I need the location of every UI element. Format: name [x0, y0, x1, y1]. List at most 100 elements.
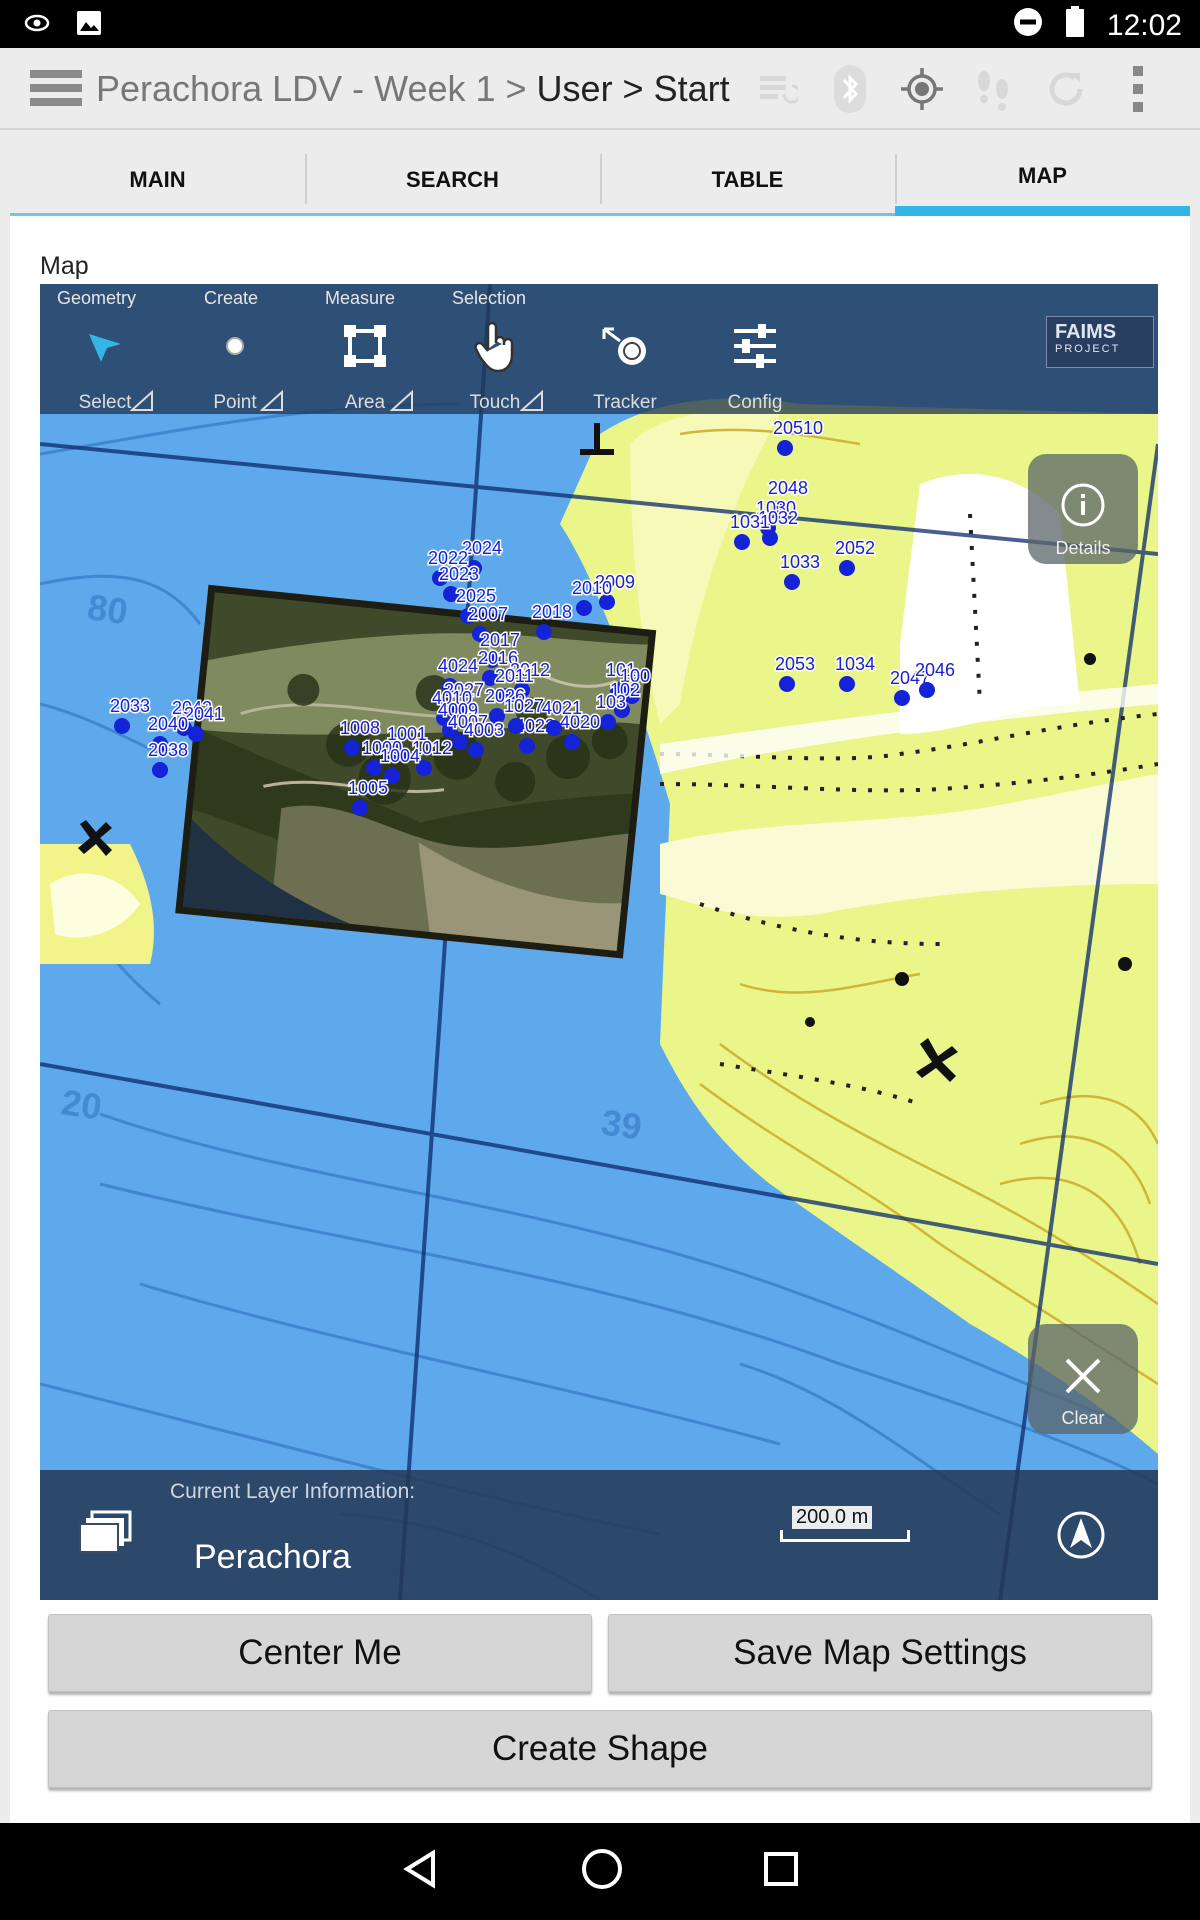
bluetooth-icon[interactable] — [828, 64, 872, 114]
point-tool[interactable]: Point — [180, 316, 290, 413]
create-shape-button[interactable]: Create Shape — [48, 1710, 1152, 1788]
survey-point-marker[interactable] — [468, 742, 484, 758]
tab-main-label: MAIN — [129, 166, 186, 192]
clock: 12:02 — [1106, 9, 1182, 42]
survey-point-label: 20510 — [773, 418, 823, 438]
survey-point-label: 1033 — [780, 552, 820, 572]
create-shape-label: Create Shape — [492, 1729, 708, 1768]
group-create: Create — [204, 288, 259, 308]
back-icon[interactable] — [401, 1849, 441, 1894]
select-arrow-icon — [50, 316, 160, 376]
map-canvas[interactable]: 80 39 20 2051020481030103210311033205220… — [40, 284, 1158, 1600]
details-button[interactable]: Details — [1028, 454, 1138, 564]
layer-name: Perachora — [194, 1538, 351, 1576]
survey-point-marker[interactable] — [762, 530, 778, 546]
area-dropdown-icon — [389, 389, 414, 418]
map-label: Map — [40, 252, 89, 280]
map-view[interactable]: 80 39 20 20510 2048 1030 1032 1031 1033 … — [40, 284, 1158, 1600]
action-bar: Perachora LDV - Week 1 > User > Start — [0, 48, 1200, 130]
survey-point-marker[interactable] — [600, 714, 616, 730]
breadcrumb: User > Start — [536, 68, 730, 109]
survey-point-marker[interactable] — [188, 726, 204, 742]
point-icon — [180, 316, 290, 376]
survey-point-label: 2053 — [775, 654, 815, 674]
area-tool[interactable]: Area — [310, 316, 420, 413]
tab-map[interactable]: MAP — [895, 146, 1190, 216]
survey-point-label: 2007 — [468, 604, 508, 624]
survey-point-marker[interactable] — [114, 718, 130, 734]
navigation-bar — [0, 1823, 1200, 1920]
scale-line — [780, 1530, 910, 1542]
tracker-target-icon — [570, 316, 680, 376]
survey-point-marker[interactable] — [152, 762, 168, 778]
select-tool[interactable]: Select — [50, 316, 160, 413]
compass-icon[interactable] — [1056, 1510, 1106, 1565]
tracker-tool[interactable]: Tracker — [570, 316, 680, 413]
center-me-label: Center Me — [238, 1633, 402, 1672]
details-label: Details — [1055, 538, 1111, 558]
menu-icon[interactable] — [30, 70, 82, 110]
survey-point-marker[interactable] — [784, 574, 800, 590]
do-not-disturb-icon — [1013, 7, 1043, 45]
survey-point-marker[interactable] — [508, 718, 524, 734]
survey-point-marker[interactable] — [894, 690, 910, 706]
survey-point-label: 2048 — [768, 478, 808, 498]
survey-point-marker[interactable] — [839, 560, 855, 576]
tab-panel: Map 80 39 20 20510 2048 1030 1032 1031 1… — [10, 216, 1190, 1823]
group-measure: Measure — [325, 288, 396, 308]
module-title: Perachora LDV - Week 1 > — [96, 68, 537, 109]
survey-point-label: 1004 — [380, 746, 420, 766]
recents-icon[interactable] — [763, 1851, 799, 1892]
map-toolbar: Geometry Create Measure Selection Select… — [40, 284, 1158, 414]
image-icon — [76, 10, 102, 41]
survey-point-label: 1005 — [348, 778, 388, 798]
save-map-settings-label: Save Map Settings — [733, 1633, 1027, 1672]
config-tool[interactable]: Config — [700, 316, 810, 413]
scale-label: 200.0 m — [792, 1506, 873, 1529]
tab-search[interactable]: SEARCH — [305, 146, 600, 216]
svg-text:80: 80 — [85, 586, 130, 632]
center-me-button[interactable]: Center Me — [48, 1614, 592, 1692]
survey-point-label: 1008 — [340, 718, 380, 738]
survey-point-marker[interactable] — [536, 624, 552, 640]
layer-info-bar: Current Layer Information: Perachora 200… — [40, 1470, 1158, 1600]
layers-icon[interactable] — [78, 1510, 132, 1559]
survey-point-marker[interactable] — [919, 682, 935, 698]
gps-icon[interactable] — [900, 64, 944, 114]
tab-table-label: TABLE — [711, 166, 784, 192]
status-bar: 12:02 — [0, 0, 1200, 48]
tab-bar: MAIN SEARCH TABLE MAP — [10, 146, 1190, 216]
tab-main[interactable]: MAIN — [10, 146, 305, 216]
survey-point-marker[interactable] — [839, 676, 855, 692]
survey-point-label: 4021 — [542, 698, 582, 718]
survey-point-marker[interactable] — [519, 738, 535, 754]
refresh-icon[interactable] — [1044, 64, 1088, 114]
survey-point-label: 2023 — [439, 564, 479, 584]
survey-point-marker[interactable] — [352, 800, 368, 816]
clear-button[interactable]: Clear — [1028, 1324, 1138, 1434]
survey-point-label: 2038 — [148, 740, 188, 760]
tracker-icon[interactable] — [972, 64, 1016, 114]
overflow-menu-icon[interactable] — [1116, 64, 1160, 114]
touch-tool[interactable]: Touch — [440, 316, 550, 413]
survey-point-marker[interactable] — [576, 600, 592, 616]
survey-point-marker[interactable] — [564, 734, 580, 750]
sync-icon[interactable] — [756, 64, 800, 114]
info-icon — [1061, 483, 1105, 527]
group-geometry: Geometry — [57, 288, 137, 308]
tab-table[interactable]: TABLE — [600, 146, 895, 216]
survey-point-label: 2017 — [480, 630, 520, 650]
survey-point-marker[interactable] — [546, 720, 562, 736]
survey-point-label: 1031 — [730, 512, 770, 532]
faims-logo: FAIMS PROJECT — [1046, 316, 1154, 368]
config-tool-label: Config — [727, 392, 783, 413]
survey-point-label: 2011 — [495, 666, 534, 686]
survey-point-marker[interactable] — [779, 676, 795, 692]
touch-hand-icon — [440, 316, 550, 376]
survey-point-marker[interactable] — [734, 534, 750, 550]
survey-point-marker[interactable] — [777, 440, 793, 456]
home-icon[interactable] — [581, 1848, 623, 1895]
survey-point-marker[interactable] — [344, 740, 360, 756]
save-map-settings-button[interactable]: Save Map Settings — [608, 1614, 1152, 1692]
area-icon — [310, 316, 420, 376]
